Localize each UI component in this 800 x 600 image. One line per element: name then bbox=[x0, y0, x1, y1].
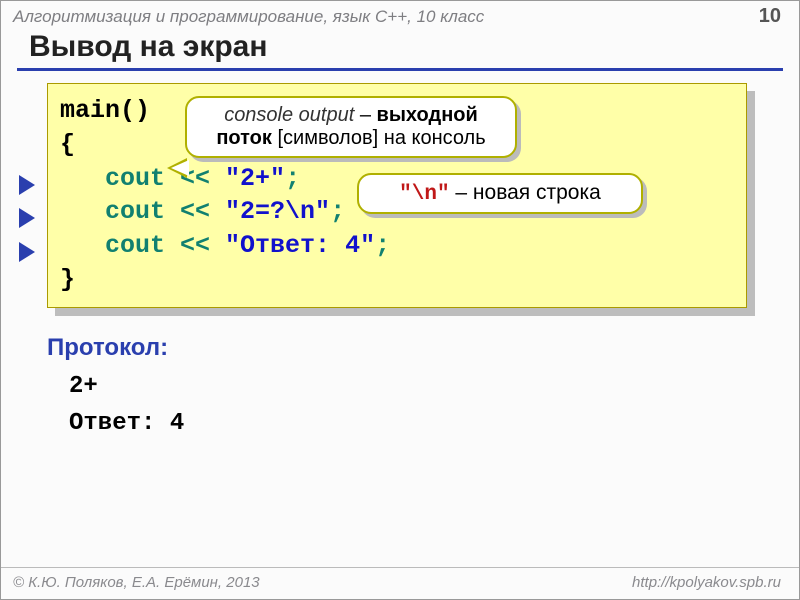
callout-newline: "\n" – новая строка bbox=[357, 173, 643, 214]
callout-console-output: console output – выходной поток [символо… bbox=[185, 96, 517, 158]
slide-header: Алгоритмизация и программирование, язык … bbox=[1, 1, 799, 28]
slide-footer: © К.Ю. Поляков, Е.А. Ерёмин, 2013 http:/… bbox=[1, 567, 799, 599]
callout-code: "\n" bbox=[399, 183, 449, 206]
protocol-output: 2+ Ответ: 4 bbox=[69, 368, 799, 442]
protocol-heading: Протокол: bbox=[47, 334, 799, 362]
code-line: cout << "Ответ: 4"; bbox=[60, 229, 730, 263]
callout-text: – новая строка bbox=[450, 181, 601, 204]
callout-text: console output bbox=[224, 104, 354, 126]
footer-url: http://kpolyakov.spb.ru bbox=[632, 574, 781, 591]
slide-title: Вывод на экран bbox=[29, 30, 799, 64]
bullet-arrow-icon bbox=[19, 208, 35, 228]
bullet-arrow-icon bbox=[19, 242, 35, 262]
course-title: Алгоритмизация и программирование, язык … bbox=[13, 7, 484, 27]
footer-copyright: © К.Ю. Поляков, Е.А. Ерёмин, 2013 bbox=[13, 574, 260, 591]
page-number: 10 bbox=[759, 5, 781, 28]
code-line: } bbox=[60, 263, 730, 297]
title-underline bbox=[17, 68, 783, 71]
slide: Алгоритмизация и программирование, язык … bbox=[0, 0, 800, 600]
bullet-arrow-icon bbox=[19, 175, 35, 195]
